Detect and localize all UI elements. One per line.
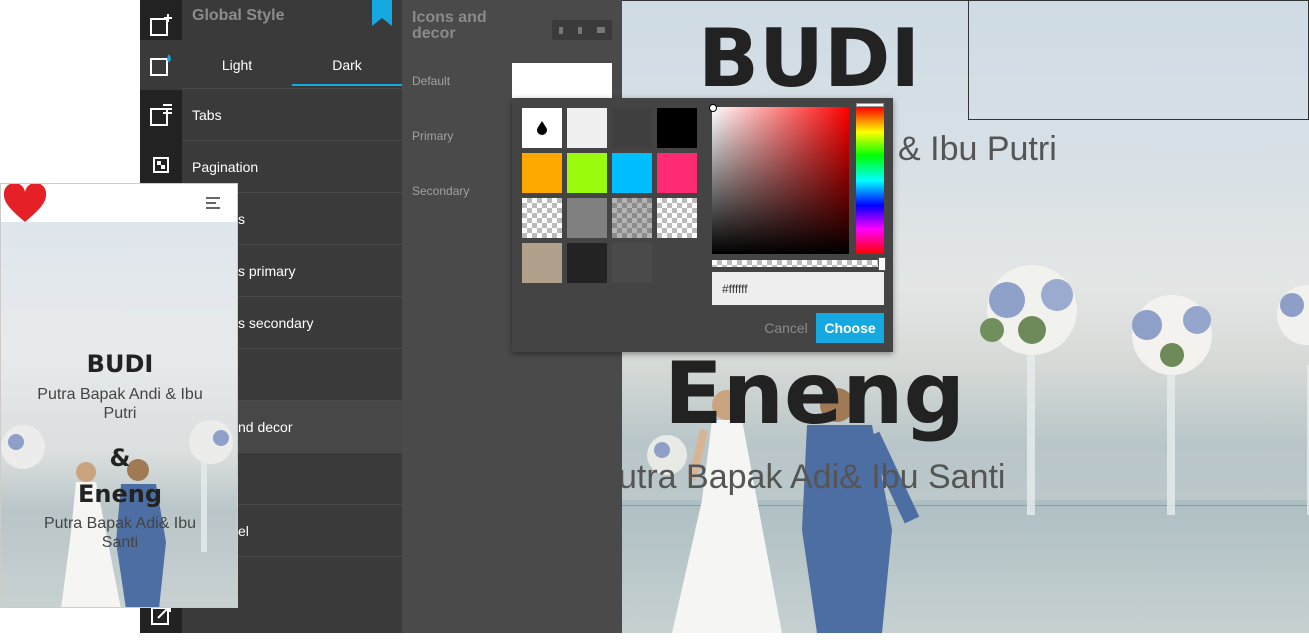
device-toggle[interactable] xyxy=(552,20,612,40)
mobile-groom-parents: Putra Bapak Andi & Ibu Putri xyxy=(37,386,203,422)
mobile-header xyxy=(1,184,237,224)
list-item-label: s xyxy=(238,211,245,227)
swatch-black[interactable] xyxy=(657,108,697,148)
swatch-taupe[interactable] xyxy=(522,243,562,283)
device-icon xyxy=(577,26,582,34)
add-block-icon xyxy=(150,14,172,36)
paint-drop-icon xyxy=(537,121,547,135)
global-style-button[interactable] xyxy=(140,40,182,90)
subpanel-title: Icons and decor xyxy=(412,9,487,42)
default-label: Default xyxy=(412,74,451,88)
list-item-label: el xyxy=(238,523,249,539)
cancel-button[interactable]: Cancel xyxy=(758,314,814,342)
swatch-pink[interactable] xyxy=(657,153,697,193)
hamburger-menu-icon[interactable] xyxy=(205,196,221,210)
selection-outline xyxy=(622,0,1309,1)
list-item-label: s secondary xyxy=(238,315,314,331)
list-item-label: nd decor xyxy=(238,419,293,435)
groom-name: BUDI xyxy=(698,12,921,105)
panel-title: Global Style xyxy=(192,7,285,24)
mobile-groom-name: BUDI xyxy=(86,350,154,378)
list-item-label: s primary xyxy=(238,263,296,279)
default-color-swatch[interactable] xyxy=(512,63,612,99)
color-picker-popover: Cancel Choose xyxy=(512,98,893,352)
bride-parents: utra Bapak Adi& Ibu Santi xyxy=(622,458,1006,496)
swatch-current[interactable] xyxy=(522,108,562,148)
swatch-transparent-light[interactable] xyxy=(612,198,652,238)
choose-button[interactable]: Choose xyxy=(816,313,884,343)
primary-label: Primary xyxy=(412,129,454,143)
color-cursor[interactable] xyxy=(709,104,717,112)
saturation-value-field[interactable] xyxy=(709,104,849,254)
swatch-transparent[interactable] xyxy=(522,198,562,238)
flower-decor-image xyxy=(980,265,1309,515)
swatch-transparent-2[interactable] xyxy=(657,198,697,238)
alpha-slider[interactable] xyxy=(712,257,886,271)
swatch-near-black[interactable] xyxy=(567,243,607,283)
list-item-tabs[interactable]: Tabs xyxy=(182,88,402,140)
alpha-handle[interactable] xyxy=(878,257,886,271)
hue-handle[interactable] xyxy=(856,103,884,107)
mobile-bride-name: Eneng xyxy=(77,480,163,508)
swatch-orange[interactable] xyxy=(522,153,562,193)
tab-light[interactable]: Light xyxy=(182,50,292,84)
swatch-dark-gray[interactable] xyxy=(612,108,652,148)
hue-slider[interactable] xyxy=(856,103,884,254)
page-settings-button[interactable] xyxy=(140,90,182,140)
device-icon xyxy=(559,26,564,34)
swatch-sky-blue[interactable] xyxy=(612,153,652,193)
swatch-light-gray[interactable] xyxy=(567,108,607,148)
secondary-label: Secondary xyxy=(412,184,470,198)
mobile-preview: BUDI Putra Bapak Andi & Ibu Putri & Enen… xyxy=(0,183,238,608)
tab-dark[interactable]: Dark xyxy=(292,50,402,86)
layout-icon xyxy=(153,157,169,173)
hex-color-input[interactable] xyxy=(712,272,884,305)
bride-name: Eneng xyxy=(664,344,966,444)
mobile-ampersand: & xyxy=(109,444,131,472)
mobile-bride-parents: Putra Bapak Adi& Ibu Santi xyxy=(43,515,197,551)
swatch-charcoal[interactable] xyxy=(612,243,652,283)
heart-logo-icon[interactable] xyxy=(3,184,47,224)
groom-parents: & Ibu Putri xyxy=(898,130,1057,168)
paint-drop-icon xyxy=(150,54,171,76)
bookmark-icon[interactable] xyxy=(372,0,392,26)
swatch-lime[interactable] xyxy=(567,153,607,193)
theme-tabs: Light Dark xyxy=(182,50,402,86)
page-list-icon xyxy=(150,104,172,126)
selected-block-outline xyxy=(968,0,1309,120)
device-icon xyxy=(596,27,605,33)
swatch-gray[interactable] xyxy=(567,198,607,238)
